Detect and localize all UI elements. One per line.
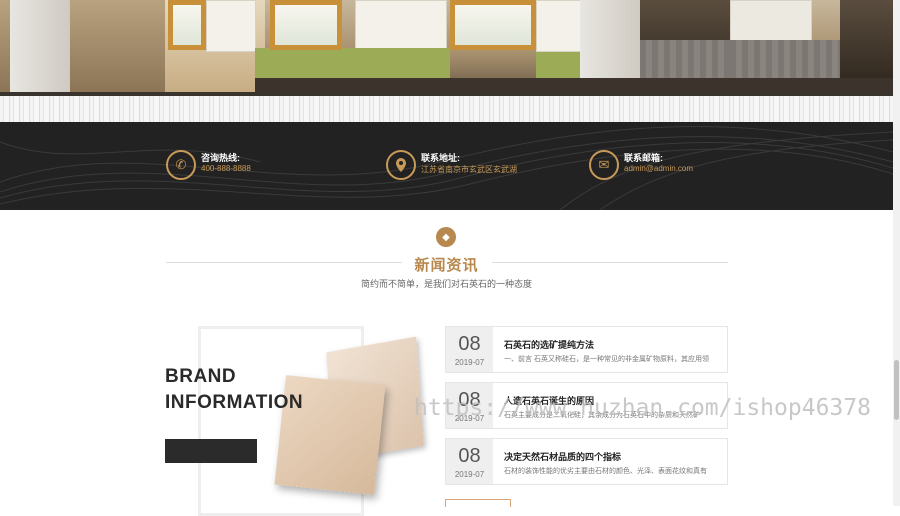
brand-heading: BRAND INFORMATION [165, 364, 303, 416]
contact-bar: ✆ 咨询热线: 400-888-8888 联系地址: 江苏省南京市玄武区玄武湖 … [0, 122, 893, 210]
brand-line-1: BRAND [165, 366, 237, 387]
contact-email-title: 联系邮箱: [624, 153, 663, 163]
news-item[interactable]: 08 2019-07 决定天然石材品质的四个指标 石材的装饰性能的优劣主要由石材… [445, 438, 728, 485]
location-pin-icon [386, 150, 416, 180]
contact-email-value[interactable]: admin@admin.com [624, 164, 693, 173]
news-item-desc: 石材的装饰性能的优劣主要由石材的颜色、光泽、表面花纹和真有 [504, 468, 707, 475]
news-item-desc: 一、前言 石英又称硅石，是一种常见的非金属矿物原料，其应用领 [504, 356, 709, 363]
news-item-title[interactable]: 决定天然石材品质的四个指标 [504, 450, 621, 463]
news-year-month: 2019-07 [454, 358, 485, 367]
news-item-title[interactable]: 石英石的选矿提纯方法 [504, 338, 594, 351]
contact-phone-title: 咨询热线: [201, 153, 240, 163]
contact-address-value: 江苏省南京市玄武区玄武湖 [421, 165, 517, 174]
news-title: 新闻资讯 [414, 257, 479, 274]
news-item[interactable]: 08 2019-07 石英石的选矿提纯方法 一、前言 石英又称硅石，是一种常见的… [445, 326, 728, 373]
contact-address-title: 联系地址: [421, 153, 460, 163]
phone-icon: ✆ [166, 150, 196, 180]
contact-phone-value[interactable]: 400-888-8888 [201, 164, 251, 173]
wood-texture-strip [0, 92, 893, 122]
news-year-month: 2019-07 [454, 470, 485, 479]
news-day: 08 [458, 445, 481, 467]
news-day: 08 [458, 333, 481, 355]
news-date: 08 2019-07 [446, 439, 493, 484]
hero-kitchen-image [0, 0, 893, 92]
brand-line-2: INFORMATION [165, 392, 304, 413]
scrollbar-thumb[interactable] [894, 360, 899, 420]
envelope-icon: ✉ [589, 150, 619, 180]
page-scrollbar[interactable] [893, 0, 900, 506]
brand-more-button[interactable] [165, 439, 257, 463]
news-subtitle: 简约而不简单，是我们对石英石的一种态度 [360, 279, 532, 289]
diamond-icon: ◆ [436, 227, 456, 247]
watermark-text: https://www.huzhan.com/ishop46378 [414, 395, 871, 421]
news-date: 08 2019-07 [446, 327, 493, 372]
